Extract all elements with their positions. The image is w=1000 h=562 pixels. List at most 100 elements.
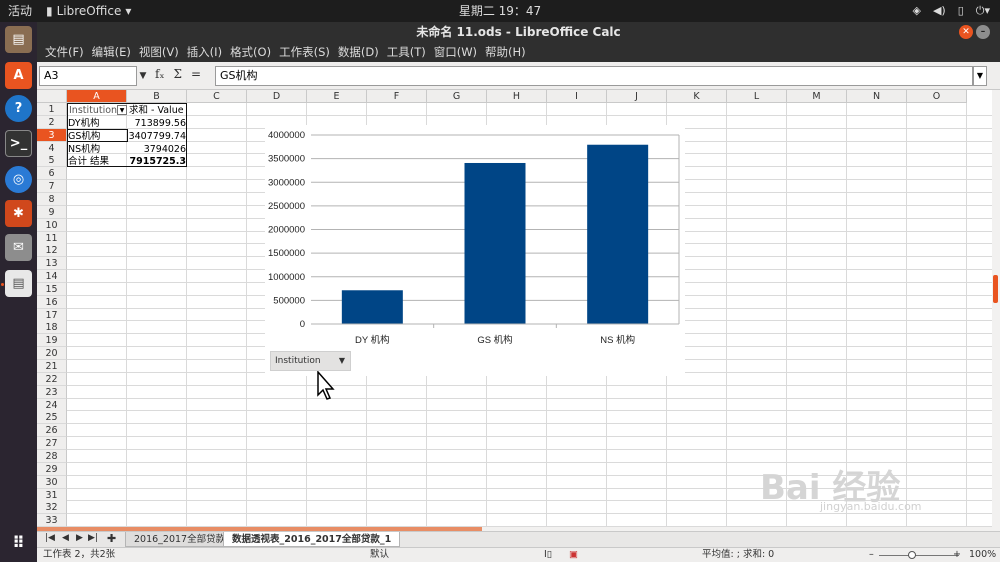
app-menu[interactable]: ▮ LibreOffice ▾ — [46, 0, 131, 22]
row-header[interactable]: 32 — [37, 501, 67, 515]
row-header[interactable]: 1 — [37, 103, 67, 116]
row-header[interactable]: 18 — [37, 321, 67, 335]
column-header[interactable]: B — [127, 90, 187, 103]
row-header[interactable]: 12 — [37, 244, 67, 258]
row-header[interactable]: 11 — [37, 231, 67, 245]
menu-item[interactable]: 数据(D) — [334, 44, 383, 60]
bar[interactable] — [341, 290, 403, 324]
column-header[interactable]: A — [67, 90, 127, 103]
row-header[interactable]: 17 — [37, 308, 67, 322]
row-header[interactable]: 8 — [37, 192, 67, 206]
formula-icon[interactable]: = — [191, 67, 201, 81]
network-icon[interactable]: ◈ — [912, 0, 920, 22]
power-menu-icon[interactable]: ⏻▾ — [976, 0, 990, 22]
row-header[interactable]: 14 — [37, 270, 67, 284]
bar-chart[interactable]: 0 500000 1000000 1500000 2000000 2500000 30000… — [265, 125, 685, 376]
minimize-icon[interactable]: – — [976, 25, 990, 39]
pivot-field-button[interactable]: Institution ▼ — [270, 351, 351, 371]
row-header[interactable]: 19 — [37, 334, 67, 348]
close-icon[interactable]: ✕ — [959, 25, 973, 39]
filter-dropdown-icon[interactable]: ▼ — [117, 105, 127, 115]
add-sheet-icon[interactable]: ✚ — [107, 532, 116, 545]
column-header[interactable]: D — [247, 90, 307, 103]
row-header[interactable]: 24 — [37, 398, 67, 412]
next-sheet-icon[interactable]: ▶ — [76, 533, 83, 543]
column-header[interactable]: J — [607, 90, 667, 103]
software-center-icon[interactable]: A — [5, 62, 32, 89]
pivot-row-value[interactable]: 3794026 — [128, 143, 187, 156]
formula-input[interactable]: GS机构 — [215, 66, 973, 86]
prev-sheet-icon[interactable]: ◀ — [62, 533, 69, 543]
menu-item[interactable]: 格式(O) — [226, 44, 275, 60]
vertical-scrollbar[interactable] — [992, 90, 1000, 527]
row-header[interactable]: 33 — [37, 514, 67, 527]
pivot-row-label[interactable]: DY机构 — [68, 117, 126, 130]
row-header[interactable]: 23 — [37, 385, 67, 399]
page-style[interactable]: 默认 — [370, 548, 389, 562]
libreoffice-calc-icon[interactable]: ▤ — [5, 270, 32, 297]
sheet-tab-active[interactable]: 数据透视表_2016_2017全部贷款_1 — [223, 532, 401, 547]
row-header[interactable]: 29 — [37, 462, 67, 476]
settings-icon[interactable]: ✱ — [5, 200, 32, 227]
pivot-row-value[interactable]: 3407799.74 — [128, 130, 187, 143]
column-header[interactable]: O — [907, 90, 967, 103]
last-sheet-icon[interactable]: ▶| — [88, 533, 98, 543]
row-header[interactable]: 3 — [37, 128, 67, 142]
column-header[interactable]: M — [787, 90, 847, 103]
expand-formula-icon[interactable]: ▼ — [973, 66, 987, 86]
column-header[interactable]: C — [187, 90, 247, 103]
menu-item[interactable]: 工具(T) — [383, 44, 430, 60]
row-header[interactable]: 10 — [37, 218, 67, 232]
row-header[interactable]: 22 — [37, 372, 67, 386]
pivot-total-value[interactable]: 7915725.3 — [128, 155, 187, 168]
browser-icon[interactable]: ◎ — [5, 166, 32, 193]
menu-item[interactable]: 视图(V) — [135, 44, 183, 60]
activities-button[interactable]: 活动 — [8, 0, 32, 22]
row-header[interactable]: 20 — [37, 347, 67, 361]
menu-item[interactable]: 工作表(S) — [275, 44, 334, 60]
zoom-slider-handle[interactable] — [908, 551, 916, 559]
row-header[interactable]: 13 — [37, 257, 67, 271]
sum-icon[interactable]: Σ — [174, 67, 182, 81]
column-header[interactable]: E — [307, 90, 367, 103]
row-header[interactable]: 16 — [37, 295, 67, 309]
bar[interactable] — [587, 144, 649, 324]
row-header[interactable]: 30 — [37, 475, 67, 489]
battery-icon[interactable]: ▯ — [958, 0, 964, 22]
row-header[interactable]: 5 — [37, 154, 67, 168]
column-header[interactable]: K — [667, 90, 727, 103]
row-header[interactable]: 2 — [37, 115, 67, 129]
menu-item[interactable]: 插入(I) — [183, 44, 226, 60]
row-header[interactable]: 25 — [37, 411, 67, 425]
bar[interactable] — [464, 162, 526, 324]
pivot-row-label[interactable]: NS机构 — [68, 143, 126, 156]
menu-item[interactable]: 窗口(W) — [430, 44, 481, 60]
row-header[interactable]: 15 — [37, 282, 67, 296]
row-header[interactable]: 6 — [37, 167, 67, 181]
row-header[interactable]: 26 — [37, 424, 67, 438]
column-header[interactable]: F — [367, 90, 427, 103]
system-tray[interactable]: ◈ ◀) ▯ ⏻▾ — [912, 0, 990, 22]
help-icon[interactable]: ? — [5, 95, 32, 122]
first-sheet-icon[interactable]: |◀ — [45, 533, 55, 543]
column-header[interactable]: N — [847, 90, 907, 103]
show-apps-icon[interactable]: ⠿ — [5, 529, 32, 556]
clock[interactable]: 星期二 19：47 — [0, 0, 1000, 22]
column-header[interactable]: H — [487, 90, 547, 103]
menu-item[interactable]: 帮助(H) — [481, 44, 530, 60]
chevron-down-icon[interactable]: ▼ — [137, 66, 149, 86]
row-header[interactable]: 4 — [37, 141, 67, 155]
pivot-row-label[interactable]: GS机构 — [68, 130, 126, 143]
column-header[interactable]: I — [547, 90, 607, 103]
sheet-tab[interactable]: 2016_2017全部贷款 — [125, 532, 235, 547]
menu-item[interactable]: 文件(F) — [41, 44, 88, 60]
files-icon[interactable]: ▤ — [5, 26, 32, 53]
zoom-slider[interactable] — [879, 555, 959, 556]
column-header[interactable]: G — [427, 90, 487, 103]
function-wizard-icon[interactable]: fₓ — [155, 67, 165, 81]
row-header[interactable]: 7 — [37, 180, 67, 194]
pivot-row-value[interactable]: 713899.56 — [128, 117, 187, 130]
column-header[interactable]: L — [727, 90, 787, 103]
pivot-total-label[interactable]: 合计 结果 — [68, 155, 126, 168]
menu-item[interactable]: 编辑(E) — [88, 44, 135, 60]
